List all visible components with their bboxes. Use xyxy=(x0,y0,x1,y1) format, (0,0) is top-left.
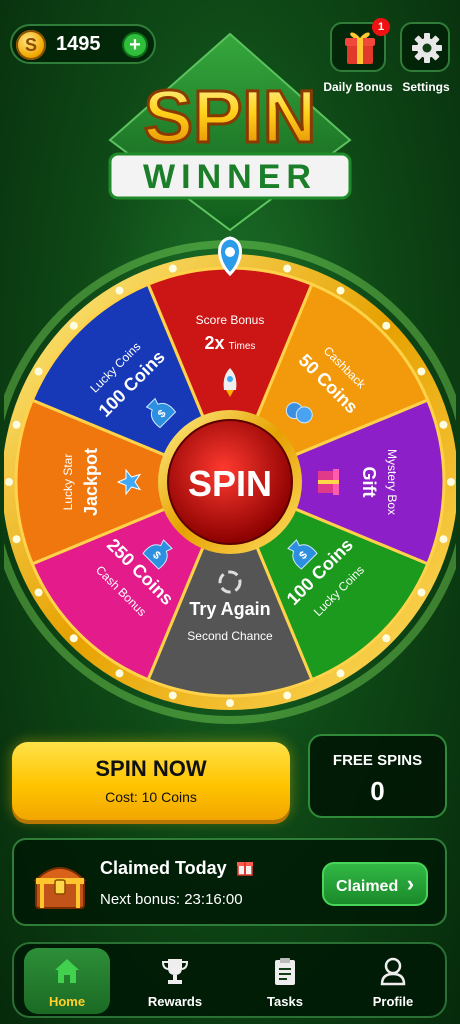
wheel-segment-title: Second Chance xyxy=(187,629,273,643)
home-icon xyxy=(55,959,79,983)
rim-light xyxy=(168,264,177,273)
trophy-icon xyxy=(161,959,189,984)
rim-light xyxy=(417,588,426,597)
wheel-segment-value: Jackpot xyxy=(81,448,101,516)
chevron-right-icon: › xyxy=(406,871,415,896)
gift-box-icon xyxy=(318,469,339,495)
rim-light xyxy=(417,367,426,376)
wheel-segment-value: Gift xyxy=(359,467,379,498)
profile-icon xyxy=(380,957,406,986)
next-bonus-timer: Next bonus: 23:16:00 xyxy=(100,891,243,908)
spin-cost: Cost: 10 Coins xyxy=(105,789,197,805)
rim-light xyxy=(447,478,455,486)
rim-light xyxy=(69,634,78,643)
small-gift-icon xyxy=(236,862,253,876)
clipboard-icon xyxy=(275,958,295,985)
rim-light xyxy=(226,699,234,707)
rim-light xyxy=(69,321,78,330)
rim-light xyxy=(283,691,292,700)
logo-winner-text: WINNER xyxy=(143,158,317,196)
rim-light xyxy=(336,669,345,678)
nav-rewards[interactable]: Rewards xyxy=(132,948,218,1014)
free-spins-count: 0 xyxy=(370,776,385,806)
rim-light xyxy=(115,286,124,295)
wheel-segment-suffix: Times xyxy=(229,341,256,352)
nav-home-label: Home xyxy=(48,994,86,1009)
prize-wheel[interactable]: Score Bonus 2x Times Cashback 50 Coins Myster… xyxy=(4,234,456,730)
spin-now-button[interactable]: SPIN NOW Cost: 10 Coins xyxy=(12,742,290,820)
rim-light xyxy=(336,286,345,295)
spin-winner-logo: SPIN WINNER xyxy=(108,32,352,232)
wheel-segment-value: Try Again xyxy=(189,599,270,619)
nav-tasks-label: Tasks xyxy=(267,994,303,1009)
logo-spin-text: SPIN xyxy=(144,75,317,158)
nav-rewards-label: Rewards xyxy=(147,994,203,1009)
rim-light xyxy=(12,420,21,429)
nav-tasks[interactable]: Tasks xyxy=(242,948,328,1014)
nav-profile[interactable]: Profile xyxy=(350,948,436,1014)
claimed-button[interactable]: Claimed › xyxy=(322,862,428,906)
wheel-segment-title: Lucky Star xyxy=(61,454,75,511)
rim-light xyxy=(283,264,292,273)
rim-light xyxy=(382,634,391,643)
daily-claim-card: Claimed Today Next bonus: 23:16:00 Claim… xyxy=(12,838,447,926)
rim-light xyxy=(439,535,448,544)
wheel-segment-title: Score Bonus xyxy=(196,313,265,327)
rim-light xyxy=(34,588,43,597)
nav-profile-label: Profile xyxy=(372,994,414,1009)
rim-light xyxy=(34,367,43,376)
rim-light xyxy=(382,321,391,330)
rim-light xyxy=(168,691,177,700)
spin-now-label: SPIN NOW xyxy=(95,756,207,781)
rim-light xyxy=(115,669,124,678)
free-spins-panel: FREE SPINS 0 xyxy=(308,734,447,818)
rim-light xyxy=(5,478,13,486)
claimed-today-title: Claimed Today xyxy=(100,858,254,879)
bottom-nav: Home Rewards Tasks Profile xyxy=(12,942,447,1018)
free-spins-label: FREE SPINS xyxy=(332,752,423,769)
wheel-segment-title: Mystery Box xyxy=(385,449,399,515)
rim-light xyxy=(12,535,21,544)
rim-light xyxy=(439,420,448,429)
wheel-spin-button[interactable]: SPIN xyxy=(188,463,272,504)
treasure-chest-icon xyxy=(33,867,87,909)
nav-home[interactable]: Home xyxy=(24,948,110,1014)
